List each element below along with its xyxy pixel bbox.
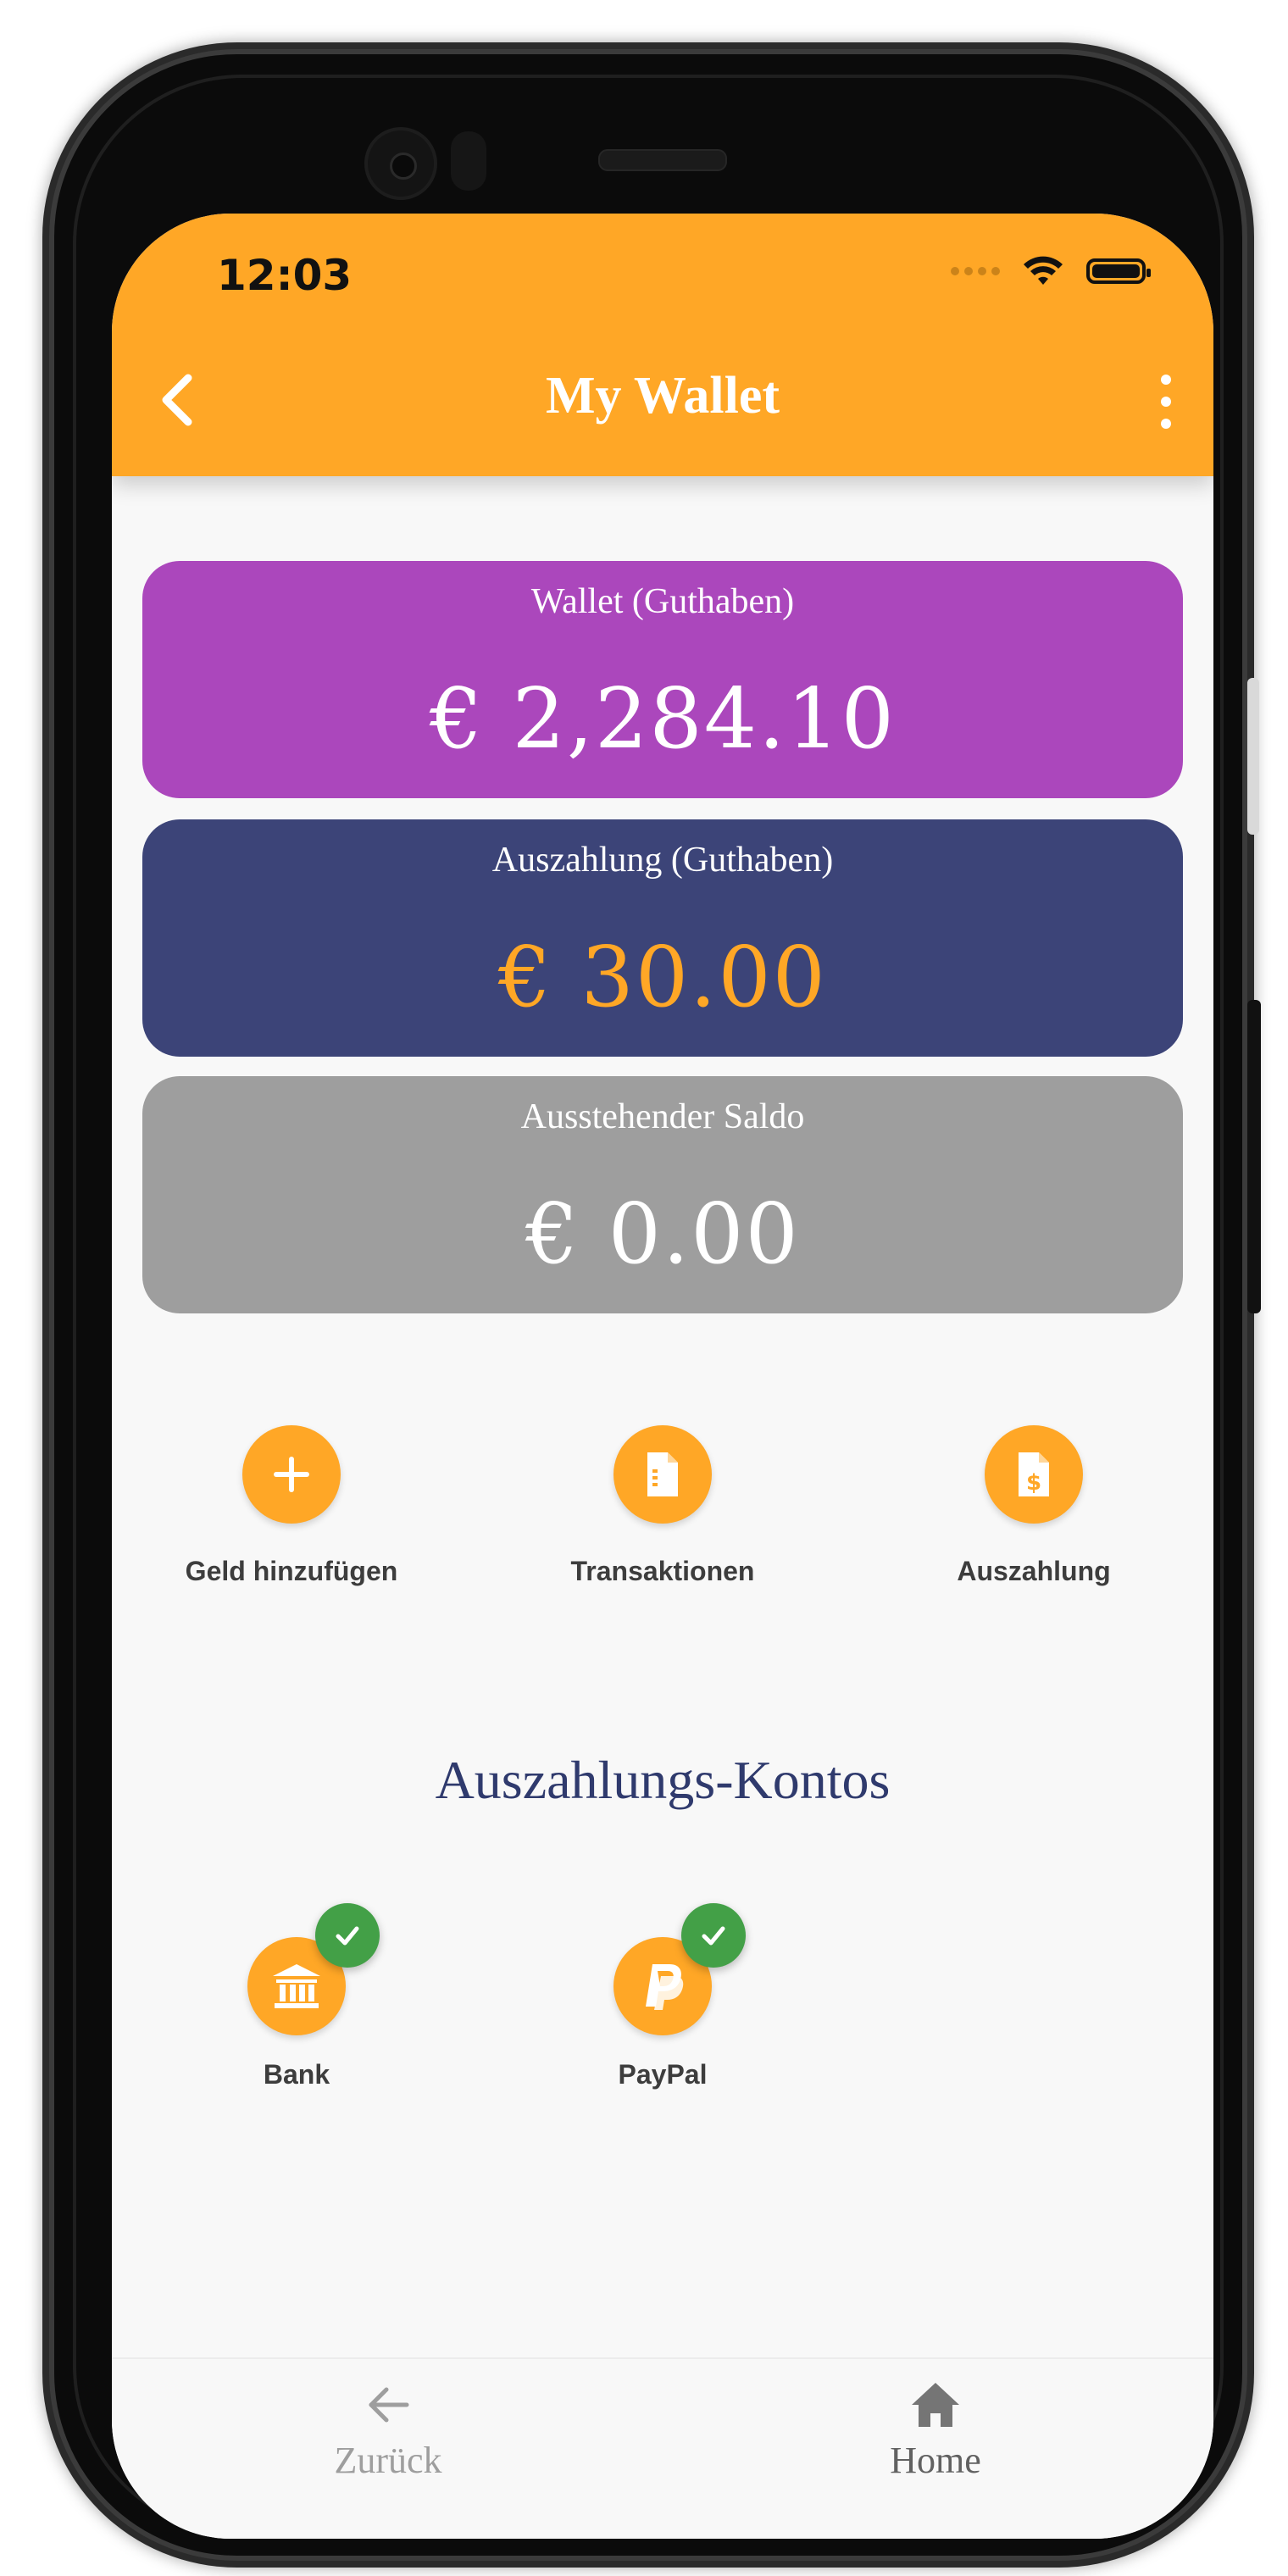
document-icon <box>647 1452 678 1496</box>
wallet-balance-card: Wallet (Guthaben) € 2,284.10 <box>142 561 1183 798</box>
add-money-label: Geld hinzufügen <box>185 1556 398 1586</box>
signal-icon <box>951 267 1000 275</box>
paypal-icon <box>646 1964 684 2010</box>
earpiece-speaker <box>598 149 727 171</box>
bottom-navigation: Zurück Home <box>112 2357 1213 2539</box>
arrow-left-icon <box>369 2387 409 2423</box>
app-screen: 12:03 My Wallet Wallet (Guthaben) € 2,28… <box>112 214 1213 2539</box>
pending-balance-label: Ausstehender Saldo <box>520 1097 805 1136</box>
bank-account-item[interactable]: Bank <box>186 1903 407 2090</box>
pending-balance-value: € 0.00 <box>525 1186 800 1283</box>
check-icon <box>702 1926 725 1946</box>
transactions-circle[interactable] <box>613 1425 712 1524</box>
nav-home-label: Home <box>890 2440 981 2481</box>
page-title: My Wallet <box>545 367 780 425</box>
transactions-label: Transaktionen <box>570 1556 755 1586</box>
nav-home-button[interactable]: Home <box>808 2379 1063 2482</box>
payout-label: Auszahlung <box>957 1556 1111 1586</box>
front-camera <box>364 127 437 200</box>
payout-accounts-title: Auszahlungs-Kontos <box>435 1750 891 1810</box>
bank-verified-badge <box>315 1903 380 1968</box>
paypal-account-circle[interactable] <box>613 1903 746 2035</box>
paypal-verified-badge <box>681 1903 746 1968</box>
status-time: 12:03 <box>217 251 353 300</box>
more-vertical-icon[interactable] <box>1154 375 1178 429</box>
nav-back-button[interactable]: Zurück <box>261 2379 515 2482</box>
payout-button[interactable]: $ Auszahlung <box>907 1425 1161 1587</box>
payout-accounts-list: Bank PayPal <box>112 1898 1213 2093</box>
volume-button <box>1247 678 1259 835</box>
home-icon <box>912 2383 959 2427</box>
bank-icon <box>273 1964 320 2008</box>
quick-actions: Geld hinzufügen Transaktionen $ Auszahlu… <box>112 1425 1213 1612</box>
battery-icon <box>1086 258 1151 284</box>
nav-back-label: Zurück <box>334 2440 442 2481</box>
payout-balance-card: Auszahlung (Guthaben) € 30.00 <box>142 819 1183 1057</box>
transactions-button[interactable]: Transaktionen <box>536 1425 790 1587</box>
paypal-account-item[interactable]: PayPal <box>552 1903 773 2090</box>
payout-balance-label: Auszahlung (Guthaben) <box>491 841 834 880</box>
app-bar: 12:03 My Wallet <box>112 214 1213 476</box>
add-money-button[interactable]: Geld hinzufügen <box>164 1425 419 1587</box>
invoice-dollar-icon: $ <box>1019 1452 1049 1496</box>
payout-balance-value: € 30.00 <box>497 930 828 1026</box>
check-icon <box>336 1926 359 1946</box>
wallet-balance-value: € 2,284.10 <box>430 671 896 768</box>
paypal-account-label: PayPal <box>618 2059 708 2090</box>
proximity-sensor <box>451 131 486 191</box>
power-button <box>1247 1000 1261 1313</box>
pending-balance-card: Ausstehender Saldo € 0.00 <box>142 1076 1183 1313</box>
bank-account-circle[interactable] <box>247 1903 380 2035</box>
add-money-circle[interactable] <box>242 1425 341 1524</box>
payout-circle[interactable]: $ <box>985 1425 1083 1524</box>
wallet-balance-label: Wallet (Guthaben) <box>530 582 795 621</box>
svg-text:$: $ <box>1026 1470 1041 1496</box>
wifi-icon <box>1024 256 1063 285</box>
plus-icon <box>274 1457 309 1492</box>
bank-account-label: Bank <box>263 2059 330 2090</box>
status-icons <box>951 256 1151 286</box>
